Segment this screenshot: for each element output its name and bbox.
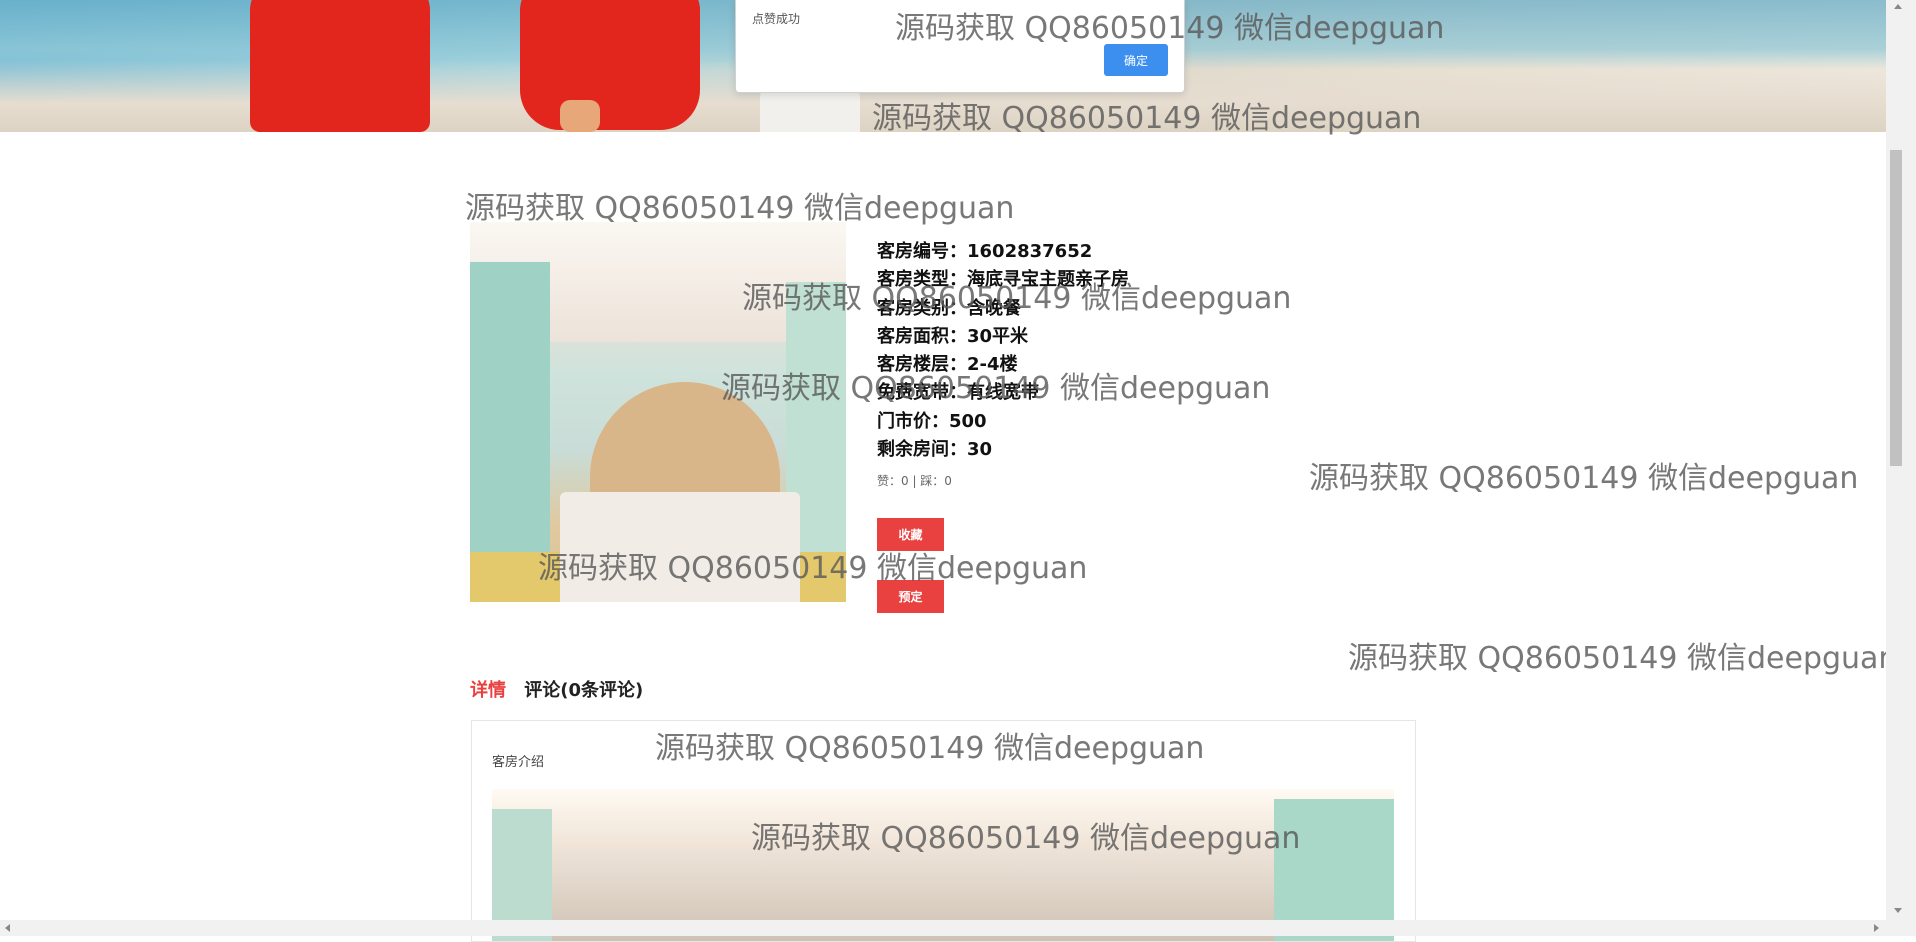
dialog-message: 点赞成功	[752, 12, 801, 26]
horizontal-scrollbar[interactable]	[0, 920, 1916, 936]
room-field-price: 门市价：500	[877, 410, 987, 432]
room-field-type: 客房类型：海底寻宝主题亲子房	[877, 269, 1129, 291]
room-field-area: 客房面积：30平米	[877, 325, 1029, 347]
scroll-right-arrow-icon[interactable]	[1874, 924, 1879, 932]
alert-dialog: 点赞成功 确定	[735, 0, 1185, 93]
detail-panel: 客房介绍	[471, 720, 1416, 942]
banner-child-2	[520, 0, 700, 130]
room-image	[470, 222, 846, 602]
room-field-category: 客房类别：含晚餐	[877, 297, 1021, 319]
book-button[interactable]: 预定	[877, 580, 944, 613]
scroll-down-arrow-icon[interactable]	[1894, 908, 1902, 913]
watermark-text: 源码获取 QQ86050149 微信deepguan	[1309, 461, 1859, 496]
watermark-text: 源码获取 QQ86050149 微信deepguan	[1348, 641, 1898, 676]
vertical-scrollbar[interactable]	[1886, 0, 1916, 920]
detail-image-ceiling	[492, 789, 1394, 849]
room-field-number: 客房编号：1602837652	[877, 241, 1093, 262]
detail-tabs: 详情 评论(0条评论)	[470, 676, 655, 702]
watermark-text: 源码获取 QQ86050149 微信deepguan	[465, 191, 1015, 226]
room-field-remaining: 剩余房间：30	[877, 439, 993, 461]
scrollbar-thumb[interactable]	[1890, 150, 1902, 466]
dialog-ok-button[interactable]: 确定	[1104, 44, 1168, 76]
room-info: 客房编号：1602837652 客房类型：海底寻宝主题亲子房 客房类别：含晚餐 …	[877, 238, 1129, 488]
room-intro-heading: 客房介绍	[492, 755, 545, 770]
tab-details[interactable]: 详情	[470, 676, 506, 702]
room-field-broadband: 免费宽带：有线宽带	[877, 382, 1039, 404]
banner-child-leg	[560, 100, 600, 132]
room-image-wall-left	[470, 262, 550, 602]
scroll-up-arrow-icon[interactable]	[1894, 4, 1902, 9]
room-detail-image	[492, 789, 1394, 941]
scroll-left-arrow-icon[interactable]	[5, 924, 10, 932]
room-image-bed	[560, 492, 800, 602]
favorite-button[interactable]: 收藏	[877, 518, 944, 551]
tab-comments[interactable]: 评论(0条评论)	[524, 676, 643, 702]
banner-child-1	[250, 0, 430, 132]
room-field-floor: 客房楼层：2-4楼	[877, 354, 1018, 376]
vote-counts[interactable]: 赞：0 | 踩：0	[877, 472, 952, 489]
